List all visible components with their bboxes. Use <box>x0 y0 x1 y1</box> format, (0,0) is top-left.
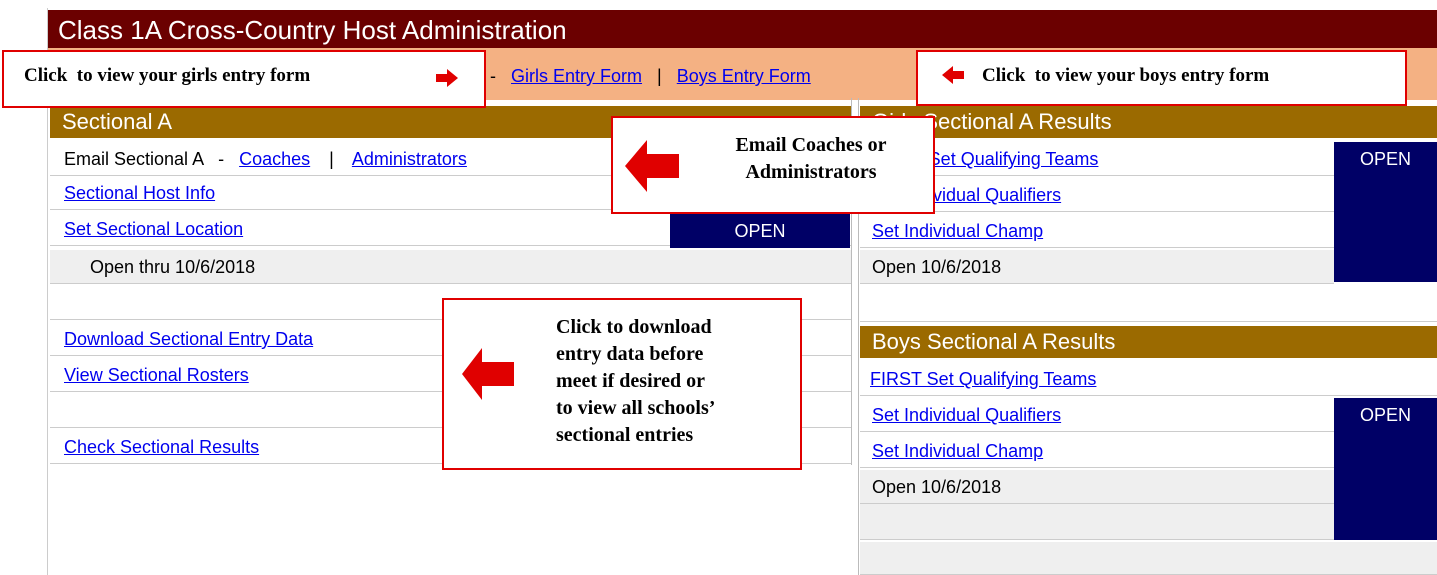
download-callout: Click to download entry data before meet… <box>442 298 802 470</box>
red-arrow-left-icon <box>625 140 679 192</box>
boys-blank-row <box>860 504 1334 540</box>
download-sectional-entry-data-link[interactable]: Download Sectional Entry Data <box>64 329 313 349</box>
entry-form-links: - Girls Entry Form | Boys Entry Form <box>490 66 811 87</box>
girls-entry-callout: Click to view your girls entry form <box>2 50 486 108</box>
entry-separator: | <box>657 66 662 86</box>
boys-individual-champ-link[interactable]: Set Individual Champ <box>872 441 1043 461</box>
girls-individual-champ-link[interactable]: Set Individual Champ <box>872 221 1043 241</box>
boys-entry-form-link[interactable]: Boys Entry Form <box>677 66 811 86</box>
boys-individual-qualifiers-link[interactable]: Set Individual Qualifiers <box>872 405 1061 425</box>
boys-qualifying-teams-link[interactable]: FIRST Set Qualifying Teams <box>870 369 1096 389</box>
boys-results-header: Boys Sectional A Results <box>860 326 1437 358</box>
email-coaches-link[interactable]: Coaches <box>239 149 310 169</box>
email-callout-line-2: Administrators <box>745 161 877 183</box>
boys-qualifying-row: FIRST Set Qualifying Teams <box>860 362 1437 396</box>
sectional-host-info-link[interactable]: Sectional Host Info <box>64 183 215 203</box>
boys-status-badge: OPEN <box>1334 398 1437 540</box>
girls-results-header: Girls Sectional A Results <box>860 106 1437 138</box>
email-administrators-link[interactable]: Administrators <box>352 149 467 169</box>
view-sectional-rosters-link[interactable]: View Sectional Rosters <box>64 365 249 385</box>
open-thru-row: Open thru 10/6/2018 <box>50 250 851 284</box>
email-callout-line-1: Email Coaches or <box>735 134 887 156</box>
download-callout-line-4: to view all schools’ <box>556 397 716 419</box>
set-sectional-location-link[interactable]: Set Sectional Location <box>64 219 243 239</box>
girls-status-badge: OPEN <box>1334 142 1437 282</box>
boys-qualifiers-row: Set Individual Qualifiers <box>860 398 1334 432</box>
download-callout-line-5: sectional entries <box>556 424 694 446</box>
download-callout-line-3: meet if desired or <box>556 370 706 392</box>
download-callout-line-2: entry data before <box>556 343 704 365</box>
girls-entry-form-link[interactable]: Girls Entry Form <box>511 66 642 86</box>
girls-entry-callout-text: Click to view your girls entry form <box>24 65 311 86</box>
red-arrow-left-icon <box>942 66 964 84</box>
girls-open-date-row: Open 10/6/2018 <box>860 250 1334 284</box>
check-sectional-results-link[interactable]: Check Sectional Results <box>64 437 259 457</box>
email-label: Email Sectional A <box>64 149 204 169</box>
girls-champ-row: Set Individual Champ <box>860 214 1334 248</box>
boys-entry-callout: Click to view your boys entry form <box>916 50 1407 106</box>
entry-dash: - <box>490 66 496 86</box>
girls-spacer-row <box>860 284 1437 322</box>
page-title: Class 1A Cross-Country Host Administrati… <box>48 10 1437 48</box>
email-callout: Email Coaches or Administrators <box>611 116 935 214</box>
red-arrow-right-icon <box>436 69 458 87</box>
boys-open-date-row: Open 10/6/2018 <box>860 470 1334 504</box>
sectional-status-badge: OPEN <box>670 214 850 248</box>
boys-footer-row <box>860 542 1437 575</box>
boys-entry-callout-text: Click to view your boys entry form <box>982 65 1270 86</box>
download-callout-line-1: Click to download <box>556 316 712 338</box>
red-arrow-left-icon <box>462 348 514 400</box>
email-dash: - <box>218 149 225 169</box>
boys-champ-row: Set Individual Champ <box>860 434 1334 468</box>
email-separator: | <box>329 149 334 169</box>
